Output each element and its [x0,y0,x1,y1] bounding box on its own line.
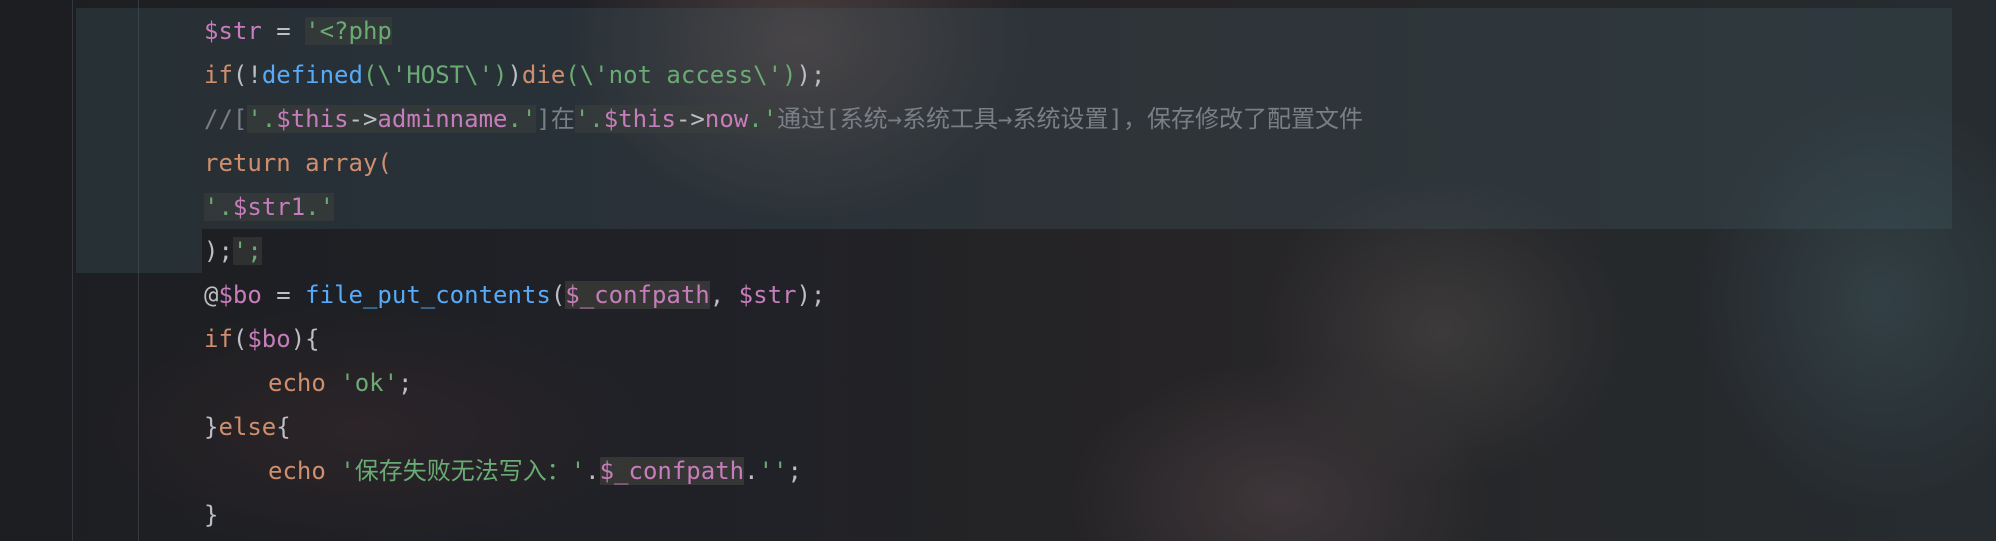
token: die [521,61,566,89]
code-line-8[interactable]: if($bo){ [0,317,1996,361]
token: ; [787,457,802,485]
token: if [204,61,233,89]
token: $this [603,105,676,133]
token: ) [507,61,522,89]
token: $bo [218,281,262,309]
token: $_confpath [599,457,745,485]
token: ); [796,61,826,89]
token: ); [796,281,826,309]
token: @ [204,281,219,309]
code-line-4[interactable]: return array( [0,141,1996,185]
token: //[ [204,105,248,133]
token: $bo [247,325,291,353]
token: .' [748,105,778,133]
token: -> [675,105,705,133]
token: = [261,17,306,45]
token: ( [550,281,566,309]
token: '保存失败无法写入：' [340,457,586,485]
token: $str [738,281,797,309]
token: ]在 [536,105,575,133]
token: echo [268,369,326,397]
token: ); [204,237,233,265]
token: return array( [204,149,392,177]
token: defined [261,61,363,89]
code-line-10[interactable]: }else{ [0,405,1996,449]
token: 'ok' [340,369,399,397]
token: . [585,457,600,485]
token: '' [758,457,788,485]
token: '. [247,105,277,133]
token: $str [204,17,262,45]
code-line-2[interactable]: if(!defined(\'HOST\'))die(\'not access\'… [0,53,1996,97]
token: $_confpath [565,281,710,309]
token: { [276,413,291,441]
code-area[interactable]: $str = '<?php if(!defined(\'HOST\'))die(… [0,9,1996,537]
token: -> [348,105,378,133]
code-line-5[interactable]: '.$str1.' [0,185,1996,229]
token: .' [305,193,335,221]
code-line-7[interactable]: @$bo = file_put_contents($_confpath, $st… [0,273,1996,317]
token: .' [507,105,537,133]
token: if [204,325,233,353]
token: ; [398,369,413,397]
token: now [704,105,749,133]
token: (\'HOST\') [362,61,508,89]
token: , [709,281,739,309]
token: ){ [290,325,320,353]
token: $this [276,105,349,133]
code-editor[interactable]: $str = '<?php if(!defined(\'HOST\'))die(… [0,0,1996,541]
token: '<?php [305,17,392,45]
token: ( [232,325,248,353]
token: '; [232,237,262,265]
token: '. [204,193,233,221]
code-line-3[interactable]: //['.$this->adminname.']在'.$this->now.'通… [0,97,1996,141]
token: echo [268,457,326,485]
code-line-12[interactable]: } [0,493,1996,537]
token: } [204,413,219,441]
token: (\'not access\') [565,61,797,89]
token: = [261,281,306,309]
token: '. [574,105,604,133]
token: 通过[系统→系统工具→系统设置]，保存修改了配置文件 [777,105,1363,133]
token: } [204,501,219,529]
code-line-11[interactable]: echo '保存失败无法写入：'.$_confpath.''; [0,449,1996,493]
code-line-1[interactable]: $str = '<?php [0,9,1996,53]
token: $str1 [232,193,306,221]
token: (! [232,61,262,89]
code-line-6[interactable]: );'; [0,229,1996,273]
token: else [218,413,277,441]
token: adminname [377,105,508,133]
token: file_put_contents [305,281,551,309]
code-line-9[interactable]: echo 'ok'; [0,361,1996,405]
token: . [744,457,759,485]
